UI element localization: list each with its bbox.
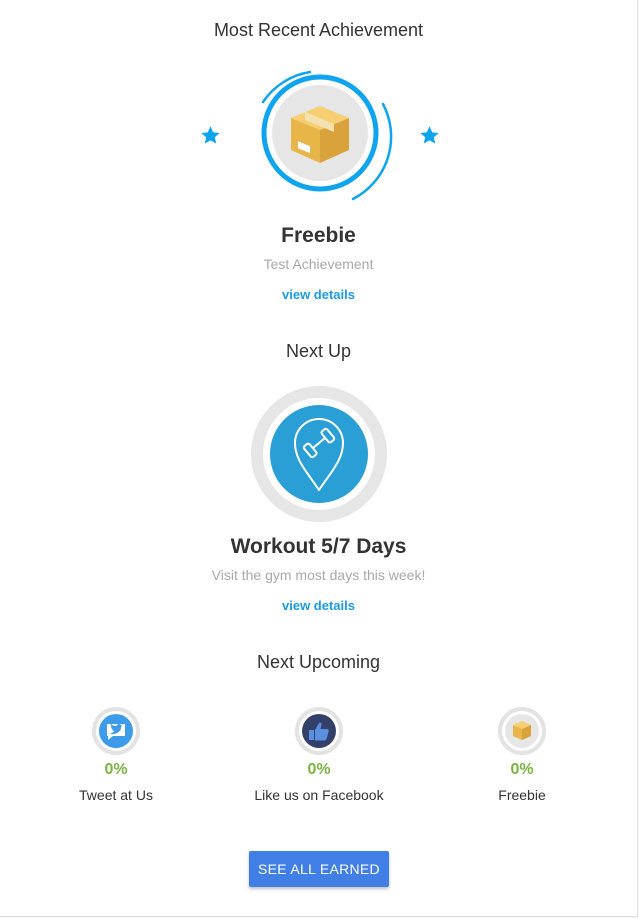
see-all-earned-button[interactable]: SEE ALL EARNED	[249, 851, 389, 887]
progress-percent: 0%	[307, 761, 331, 778]
upcoming-item-freebie[interactable]: 0% Freebie	[422, 707, 622, 803]
achievements-card: Most Recent Achievement Freebie Test Ach…	[0, 0, 638, 917]
section-title-upcoming: Next Upcoming	[256, 652, 381, 672]
next-achievement-badge[interactable]	[251, 386, 387, 522]
view-details-link[interactable]: view details	[282, 287, 355, 302]
next-achievement-description: Visit the gym most days this week!	[211, 567, 426, 583]
next-achievement-name: Workout 5/7 Days	[230, 535, 407, 558]
achievement-name: Freebie	[281, 224, 356, 247]
view-details-row: view details	[0, 286, 637, 304]
view-details-link[interactable]: view details	[282, 598, 355, 613]
view-details-row: view details	[0, 597, 637, 615]
package-box-icon	[498, 707, 546, 755]
section-title-next: Next Up	[285, 341, 352, 361]
twitter-bubble-icon	[92, 707, 140, 755]
upcoming-item-tweet[interactable]: 0% Tweet at Us	[16, 707, 216, 803]
star-icon	[201, 126, 220, 144]
progress-percent: 0%	[104, 761, 128, 778]
recent-achievement-badge[interactable]	[243, 64, 397, 208]
upcoming-item-facebook[interactable]: 0% Like us on Facebook	[219, 707, 419, 803]
facebook-thumbs-up-icon	[295, 707, 343, 755]
section-title-recent: Most Recent Achievement	[213, 20, 424, 40]
star-icon	[420, 126, 439, 144]
upcoming-item-label: Like us on Facebook	[254, 787, 384, 803]
upcoming-item-label: Freebie	[498, 787, 546, 803]
achievement-description: Test Achievement	[263, 256, 374, 272]
progress-percent: 0%	[510, 761, 534, 778]
upcoming-item-label: Tweet at Us	[79, 787, 153, 803]
